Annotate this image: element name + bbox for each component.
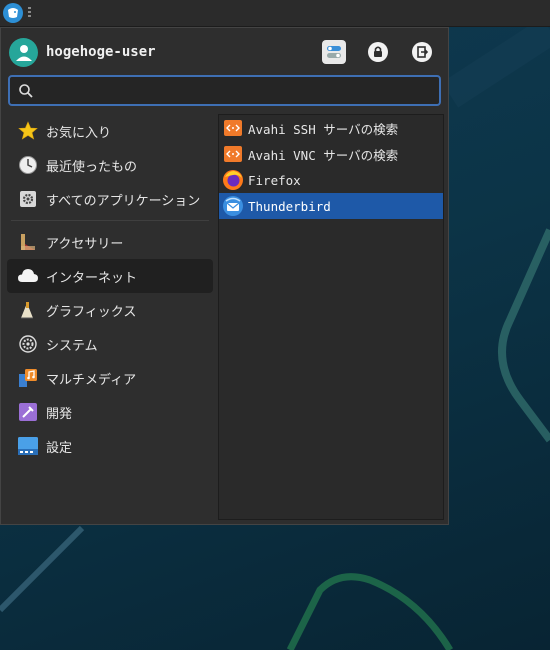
lock-screen-button[interactable] [366,40,390,64]
app-avahi-vnc[interactable]: Avahi VNC サーバの検索 [219,141,443,167]
category-label: インターネット [46,270,138,286]
search-field[interactable] [8,75,441,106]
network-icon [222,143,244,165]
app-label: Thunderbird [248,198,331,214]
category-system[interactable]: システム [7,327,213,361]
lock-icon [368,42,388,62]
category-label: お気に入り [46,125,112,141]
category-label: 最近使ったもの [46,159,138,175]
clock-icon [17,154,39,176]
category-internet[interactable]: インターネット [7,259,213,293]
app-label: Firefox [248,172,301,188]
search-icon [19,84,33,98]
category-settings[interactable]: 設定 [7,429,213,463]
category-label: アクセサリー [46,236,124,252]
category-label: グラフィックス [46,304,137,320]
category-favorites[interactable]: お気に入り [7,114,213,148]
application-list: Avahi SSH サーバの検索 Avahi VNC サーバの検索 Firefo… [218,114,444,520]
apps-gear-icon [17,188,39,210]
accessories-icon [17,231,39,253]
category-label: マルチメディア [46,372,137,388]
panel-grip-handle[interactable] [28,7,31,19]
avatar [9,37,38,67]
app-label: Avahi VNC サーバの検索 [248,147,399,163]
app-label: Avahi SSH サーバの検索 [248,121,399,137]
settings-manager-button[interactable] [322,40,346,64]
search-input[interactable] [42,80,436,104]
multimedia-icon [17,367,39,389]
whisker-menu: hogehoge-user お気に入り 最近使ったもの すべてのアプリケーション [0,27,449,525]
log-out-button[interactable] [410,40,434,64]
app-firefox[interactable]: Firefox [219,167,443,193]
thunderbird-icon [222,195,244,217]
category-all-applications[interactable]: すべてのアプリケーション [7,182,213,216]
category-label: システム [46,338,98,354]
category-multimedia[interactable]: マルチメディア [7,361,213,395]
toggle-settings-icon [327,46,341,58]
logout-icon [412,42,432,62]
development-icon [17,401,39,423]
app-avahi-ssh[interactable]: Avahi SSH サーバの検索 [219,115,443,141]
category-separator [11,220,209,221]
category-development[interactable]: 開発 [7,395,213,429]
top-panel [0,0,550,27]
cloud-icon [17,265,39,287]
menu-actions [322,40,434,64]
graphics-icon [17,299,39,321]
category-accessories[interactable]: アクセサリー [7,225,213,259]
settings-icon [17,435,39,457]
category-list: お気に入り 最近使ったもの すべてのアプリケーション アクセサリー インターネッ… [7,114,213,463]
username: hogehoge-user [46,44,156,60]
firefox-icon [222,169,244,191]
app-thunderbird[interactable]: Thunderbird [219,193,443,219]
category-label: 設定 [46,440,73,456]
network-icon [222,117,244,139]
whisker-menu-icon[interactable] [3,3,23,23]
system-gear-icon [17,333,39,355]
category-label: すべてのアプリケーション [46,193,201,209]
user-row: hogehoge-user [9,37,156,67]
category-label: 開発 [46,406,73,422]
category-graphics[interactable]: グラフィックス [7,293,213,327]
star-icon [17,120,39,142]
category-recent[interactable]: 最近使ったもの [7,148,213,182]
